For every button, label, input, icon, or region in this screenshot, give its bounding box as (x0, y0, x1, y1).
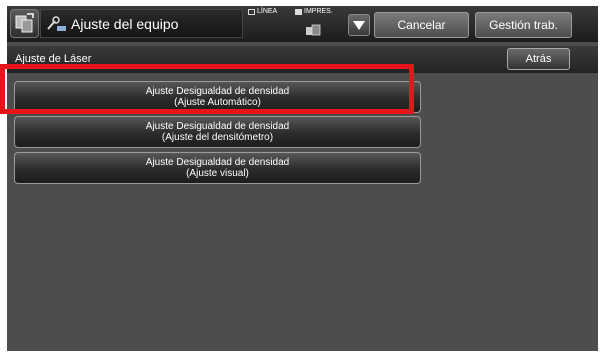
back-button[interactable]: Atrás (507, 48, 570, 70)
option-line2: (Ajuste Automático) (174, 97, 261, 108)
mode-dropdown-button[interactable] (348, 14, 370, 36)
triangle-down-icon (353, 21, 365, 30)
mode-line-indicator[interactable]: LÍNEA (248, 8, 277, 15)
job-management-button[interactable]: Gestión trab. (475, 12, 572, 38)
option-line1: Ajuste Desigualdad de densidad (145, 121, 290, 132)
adjust-tools-icon (47, 16, 66, 31)
page-title: Ajuste de Láser (15, 53, 92, 65)
screen-title: Ajuste del equipo (71, 16, 179, 32)
checkbox-empty-icon (248, 8, 255, 15)
mode-impres-indicator[interactable]: IMPRES. (295, 8, 333, 15)
option-line2: (Ajuste del densitómetro) (161, 132, 274, 143)
option-visual-adjust-button[interactable]: Ajuste Desigualdad de densidad (Ajuste v… (14, 152, 421, 184)
option-auto-adjust-button[interactable]: Ajuste Desigualdad de densidad (Ajuste A… (14, 81, 421, 113)
printer-icon (306, 24, 321, 36)
home-button[interactable] (10, 9, 39, 38)
home-settings-icon (15, 13, 34, 33)
top-bar: Ajuste del equipo LÍNEA IMPRES. Cancelar… (7, 6, 598, 42)
screen-title-box: Ajuste del equipo (40, 9, 243, 38)
mode-impres-label: IMPRES. (304, 8, 333, 15)
option-line1: Ajuste Desigualdad de densidad (145, 157, 290, 168)
mode-line-label: LÍNEA (257, 8, 278, 15)
checkbox-checked-icon (295, 8, 302, 15)
device-screen: Ajuste del equipo LÍNEA IMPRES. Cancelar… (7, 6, 598, 351)
sub-header: Ajuste de Láser Atrás (7, 46, 598, 73)
option-densitometer-adjust-button[interactable]: Ajuste Desigualdad de densidad (Ajuste d… (14, 116, 421, 148)
option-line2: (Ajuste visual) (186, 168, 249, 179)
option-line1: Ajuste Desigualdad de densidad (145, 86, 290, 97)
cancel-button[interactable]: Cancelar (374, 12, 469, 38)
